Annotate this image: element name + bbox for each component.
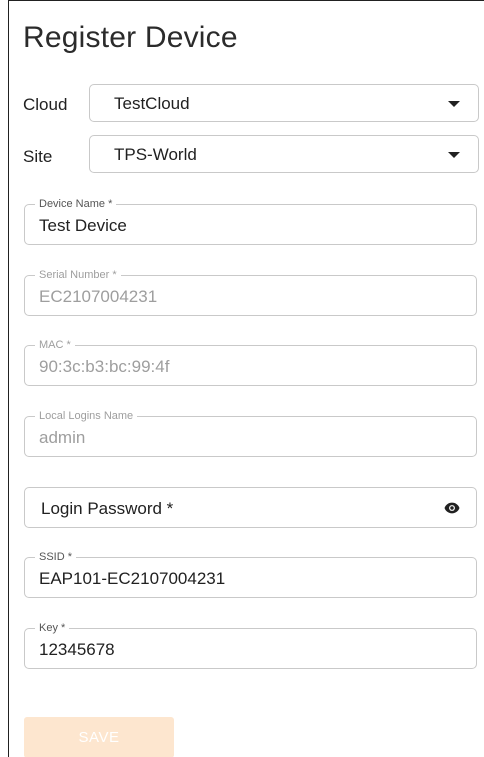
ssid-field[interactable]: SSID * EAP101-EC2107004231 — [24, 550, 477, 598]
page-title: Register Device — [23, 21, 238, 54]
serial-number-label: Serial Number * — [35, 268, 121, 282]
register-device-panel: Register Device Cloud TestCloud Site TPS… — [8, 0, 484, 757]
cloud-select-value: TestCloud — [114, 94, 190, 113]
ssid-value: EAP101-EC2107004231 — [39, 569, 226, 588]
site-select[interactable]: TPS-World — [89, 135, 479, 173]
cloud-label: Cloud — [23, 95, 68, 114]
cloud-select[interactable]: TestCloud — [89, 84, 479, 122]
mac-label: MAC * — [35, 338, 75, 352]
local-logins-name-label: Local Logins Name — [35, 409, 138, 423]
key-field[interactable]: Key * 12345678 — [24, 621, 477, 669]
site-label: Site — [23, 147, 53, 166]
chevron-down-icon — [448, 101, 460, 107]
login-password-field[interactable]: Login Password * — [24, 487, 477, 528]
device-name-value: Test Device — [39, 216, 127, 235]
key-value: 12345678 — [39, 640, 115, 659]
serial-number-field: Serial Number * EC2107004231 — [24, 268, 477, 316]
site-select-value: TPS-World — [114, 145, 197, 164]
chevron-down-icon — [448, 152, 460, 158]
device-name-label: Device Name * — [35, 197, 117, 211]
eye-icon[interactable] — [444, 502, 460, 514]
key-label: Key * — [35, 621, 70, 635]
login-password-label: Login Password * — [41, 499, 174, 518]
mac-field: MAC * 90:3c:b3:bc:99:4f — [24, 338, 477, 386]
device-name-field[interactable]: Device Name * Test Device — [24, 197, 477, 245]
serial-number-value: EC2107004231 — [39, 287, 158, 306]
local-logins-name-field: Local Logins Name admin — [24, 409, 477, 457]
mac-value: 90:3c:b3:bc:99:4f — [39, 357, 170, 376]
ssid-label: SSID * — [35, 550, 77, 564]
save-button[interactable]: SAVE — [24, 717, 174, 757]
local-logins-name-value: admin — [39, 428, 86, 447]
